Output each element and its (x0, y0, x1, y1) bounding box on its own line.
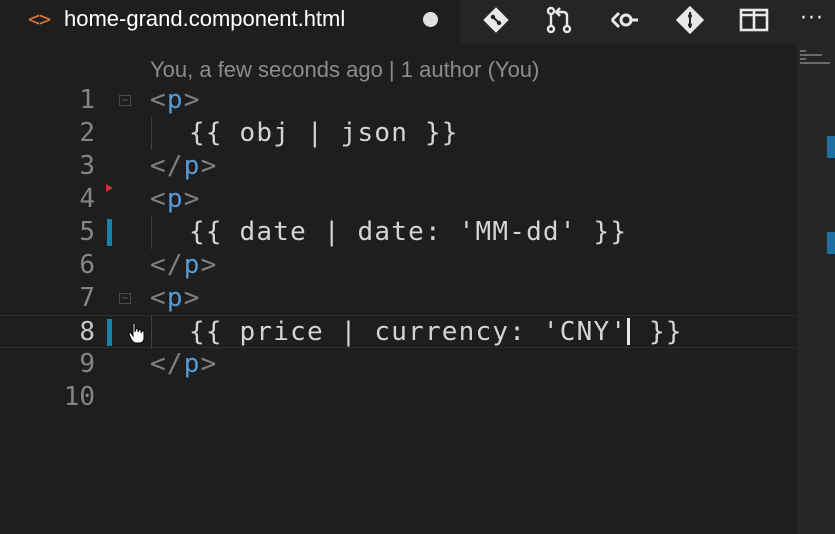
code-line[interactable]: 2 {{ obj | json }} (0, 117, 797, 150)
split-editor-icon[interactable] (738, 6, 770, 34)
code-line[interactable]: 8 {{ price | currency: 'CNY' }} (0, 315, 797, 349)
scrollbar-change-marker (827, 136, 835, 158)
html-bracket: </ (150, 250, 184, 280)
html-tag-name: p (183, 250, 201, 280)
line-number[interactable]: 6 (20, 249, 95, 282)
code-token: {{ price | currency: 'CNY' (189, 317, 628, 347)
open-changes-icon[interactable] (609, 6, 641, 34)
unsaved-changes-dot-icon[interactable] (423, 12, 438, 27)
more-actions-icon[interactable]: ··· (800, 2, 835, 36)
git-modified-gutter-icon[interactable] (107, 219, 112, 246)
html-bracket: </ (150, 151, 184, 181)
line-number[interactable]: 4 (20, 183, 95, 216)
html-bracket: > (183, 283, 201, 313)
code-text[interactable]: </p> (150, 348, 217, 381)
indent-guide (151, 117, 152, 150)
html-tag-name: p (183, 349, 201, 379)
html-bracket: > (200, 349, 218, 379)
breakpoint-hint-icon[interactable] (106, 184, 113, 192)
code-text[interactable]: {{ obj | json }} (189, 117, 459, 150)
code-text[interactable]: <p> (150, 282, 201, 315)
line-number[interactable]: 8 (20, 316, 95, 349)
minimap-line (800, 54, 822, 56)
html-bracket: < (150, 85, 167, 115)
line-number[interactable]: 2 (20, 117, 95, 150)
code-line[interactable]: 6 </p> (0, 249, 797, 282)
text-cursor (627, 318, 631, 345)
git-branch-icon[interactable] (674, 5, 706, 35)
code-line[interactable]: 10 (0, 381, 797, 414)
minimap-line (800, 58, 806, 60)
code-line[interactable]: 5 {{ date | date: 'MM-dd' }} (0, 216, 797, 249)
git-modified-gutter-icon[interactable] (107, 319, 112, 346)
code-line[interactable]: 4 <p> (0, 183, 797, 216)
minimap[interactable] (797, 44, 835, 534)
tab-title: home-grand.component.html (64, 6, 346, 31)
html-bracket: </ (150, 349, 184, 379)
html-tag-name: p (166, 85, 184, 115)
line-number[interactable]: 10 (20, 381, 95, 414)
fold-toggle-icon[interactable]: − (119, 293, 131, 304)
html-bracket: > (183, 85, 201, 115)
code-line[interactable]: 1 − <p> (0, 84, 797, 117)
code-line[interactable]: 7 − <p> (0, 282, 797, 315)
line-number[interactable]: 3 (20, 150, 95, 183)
editor-tab-bar: <> home-grand.component.html ··· (0, 0, 835, 44)
pointer-hand-icon (128, 322, 145, 344)
code-editor[interactable]: You, a few seconds ago | 1 author (You) … (0, 44, 797, 534)
code-text[interactable]: </p> (150, 150, 217, 183)
code-text[interactable]: {{ date | date: 'MM-dd' }} (189, 216, 627, 249)
scrollbar-change-marker (827, 232, 835, 254)
html-tag-name: p (166, 184, 184, 214)
code-token: {{ obj | json }} (189, 118, 459, 148)
html-file-icon: <> (28, 7, 51, 31)
line-number[interactable]: 1 (20, 84, 95, 117)
code-token: }} (632, 317, 683, 347)
line-number[interactable]: 9 (20, 348, 95, 381)
html-bracket: < (150, 184, 167, 214)
fold-toggle-icon[interactable]: − (119, 95, 131, 106)
minimap-line (800, 50, 806, 52)
html-bracket: > (200, 250, 218, 280)
line-number[interactable]: 5 (20, 216, 95, 249)
code-text[interactable]: </p> (150, 249, 217, 282)
code-text[interactable]: <p> (150, 84, 201, 117)
minimap-line (800, 62, 830, 64)
git-blame-codelens[interactable]: You, a few seconds ago | 1 author (You) (150, 57, 539, 83)
html-bracket: > (200, 151, 218, 181)
pull-request-icon[interactable] (543, 6, 575, 34)
html-tag-name: p (183, 151, 201, 181)
indent-guide (151, 216, 152, 249)
code-line[interactable]: 9 </p> (0, 348, 797, 381)
code-token: {{ date | date: 'MM-dd' }} (189, 217, 628, 247)
code-text[interactable]: {{ price | currency: 'CNY' }} (189, 316, 683, 349)
line-number[interactable]: 7 (20, 282, 95, 315)
html-bracket: > (183, 184, 201, 214)
code-line[interactable]: 3 </p> (0, 150, 797, 183)
code-text[interactable]: <p> (150, 183, 201, 216)
git-compare-icon[interactable] (480, 6, 512, 34)
html-bracket: < (150, 283, 167, 313)
editor-tab-active[interactable]: <> home-grand.component.html (0, 0, 460, 44)
indent-guide (151, 316, 152, 349)
html-tag-name: p (166, 283, 184, 313)
